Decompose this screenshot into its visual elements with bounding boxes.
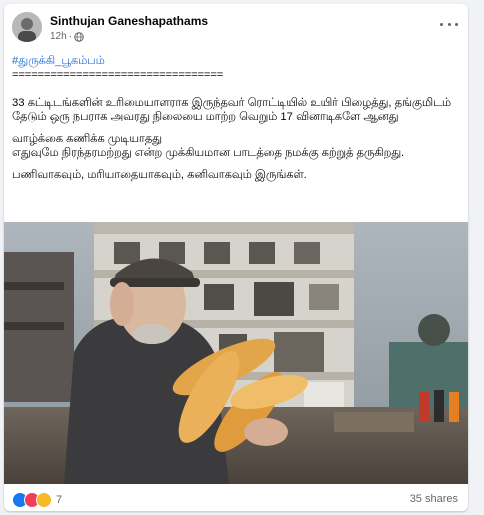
- sad-icon: [36, 492, 52, 508]
- text-divider: =================================: [12, 69, 224, 81]
- globe-icon: [74, 31, 84, 42]
- post-meta: 12h ·: [50, 31, 84, 42]
- paragraph-1: 33 கட்டிடங்களின் உரிமையாளராக இருந்தவர் ர…: [12, 97, 452, 123]
- post-text: #துருக்கி_பூகம்பம் =====================…: [12, 54, 462, 182]
- post-time[interactable]: 12h: [50, 31, 67, 42]
- reaction-count: 7: [56, 494, 63, 506]
- shares-count[interactable]: 35 shares: [410, 493, 458, 505]
- more-options-icon[interactable]: [440, 18, 458, 30]
- paragraph-3: பணிவாகவும், மரியாதையாகவும், கனிவாகவும் இ…: [12, 169, 307, 181]
- paragraph-2-line-1: வாழ்க்கை கணிக்க முடியாதது: [12, 133, 162, 145]
- author-name[interactable]: Sinthujan Ganeshapathams: [50, 14, 208, 28]
- post-photo[interactable]: [4, 222, 468, 484]
- paragraph-2-line-2: எதுவுமே நிரந்தரமற்றது என்ற முக்கியமான பா…: [12, 147, 405, 159]
- author-avatar[interactable]: [12, 12, 42, 42]
- hashtag-link[interactable]: #துருக்கி_பூகம்பம்: [12, 54, 462, 68]
- post-card: Sinthujan Ganeshapathams 12h · #துருக்கி…: [4, 4, 468, 511]
- reactions-summary[interactable]: 7: [12, 492, 62, 508]
- post-header: Sinthujan Ganeshapathams 12h ·: [4, 4, 468, 48]
